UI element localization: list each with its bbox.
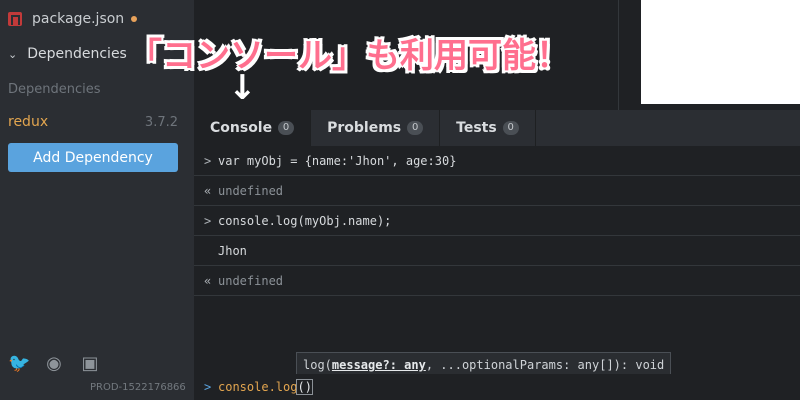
unsaved-dot-icon [131,16,138,22]
preview-divider[interactable] [618,0,619,110]
github-icon[interactable]: ◉ [44,353,64,374]
console-line: « undefined [194,266,800,296]
preview-pane [641,0,800,104]
tab-tests[interactable]: Tests 0 [440,110,536,146]
dependency-version: 3.7.2 [144,114,178,130]
tab-count-badge: 0 [278,121,295,135]
chevron-down-icon: ⌄ [8,47,18,61]
console-input-text: console.log [218,380,298,394]
console-line-text: undefined [218,183,284,198]
console-line-text: var myObj = {name:'Jhon', age:30} [218,153,457,168]
discord-icon[interactable]: ▣ [80,353,100,374]
input-chevron-icon: > [204,153,212,168]
tab-label: Problems [327,120,402,136]
dependencies-subheading: Dependencies [8,82,101,97]
build-id: PROD-1522176866 [90,382,186,393]
tooltip-active-param: message?: any [331,358,426,372]
tab-count-badge: 0 [407,121,424,135]
console-line-text: console.log(myObj.name); [218,213,392,228]
file-name: package.json [32,11,125,27]
social-links: 🐦 ◉ ▣ [8,353,100,374]
dependency-item-redux[interactable]: redux 3.7.2 [0,112,194,132]
tab-label: Tests [456,120,497,136]
annotation-headline: 「コンソール」も利用可能！ [128,36,570,76]
tab-count-badge: 0 [502,121,519,135]
console-line: > console.log(myObj.name); [194,206,800,236]
annotation-arrow: ↓ [228,68,257,108]
result-chevron-icon: « [204,273,212,288]
console-line: « undefined [194,176,800,206]
console-input-paren: () [296,379,313,395]
panel-tabs: Console 0 Problems 0 Tests 0 [194,110,800,146]
add-dependency-button[interactable]: Add Dependency [8,143,178,172]
tab-problems[interactable]: Problems 0 [311,110,441,146]
console-line: Jhon [194,236,800,266]
tooltip-suffix: , ...optionalParams: any[]): void [425,358,665,372]
input-chevron-icon: > [204,213,212,228]
console-line-text: undefined [218,273,284,288]
console-line: > var myObj = {name:'Jhon', age:30} [194,146,800,176]
dependencies-section-label: Dependencies [27,46,127,62]
tooltip-prefix: log( [303,358,332,372]
twitter-icon[interactable]: 🐦 [8,353,30,374]
input-prompt-icon: > [204,380,212,394]
tab-label: Console [210,120,273,136]
npm-icon [8,12,22,26]
console-line-text: Jhon [218,243,247,258]
dependency-name: redux [8,114,49,130]
console-input[interactable]: > console.log() [194,374,800,400]
result-chevron-icon: « [204,183,212,198]
tab-console[interactable]: Console 0 [194,110,312,146]
